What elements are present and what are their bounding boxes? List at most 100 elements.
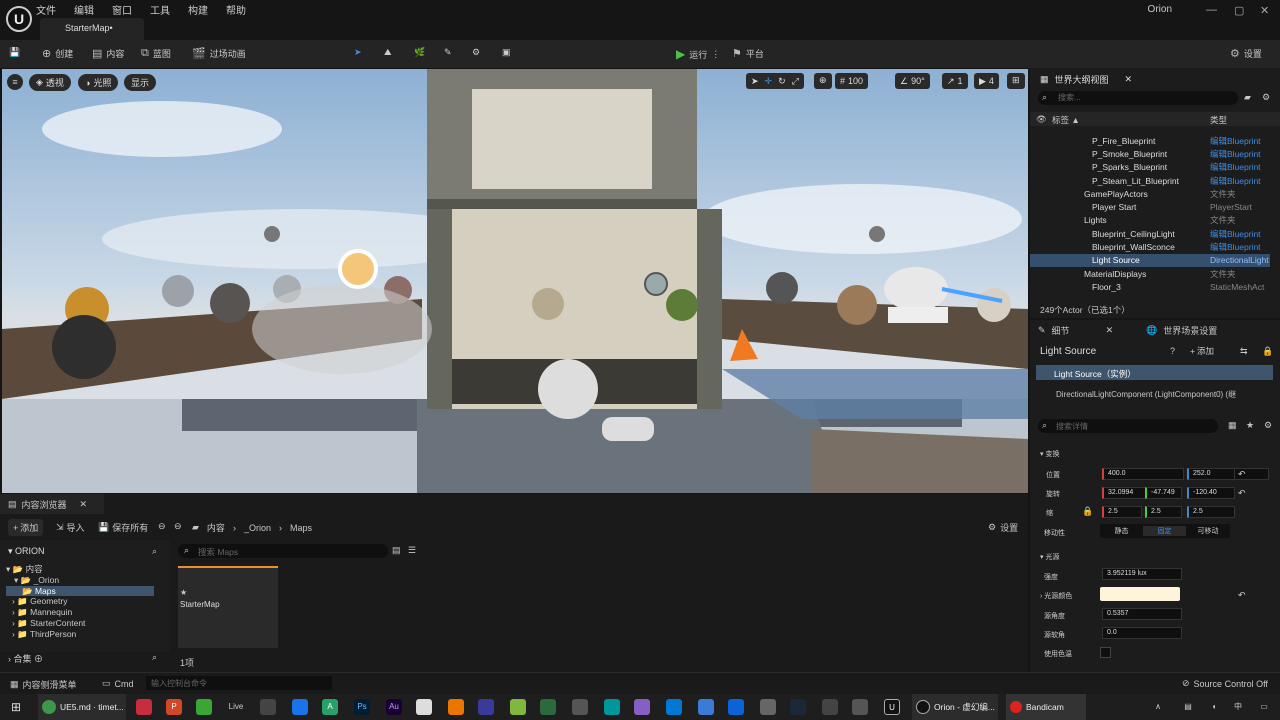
reset-icon[interactable]: ↶ (1238, 590, 1246, 601)
live-icon[interactable]: Live (228, 699, 244, 715)
fracture-mode-icon[interactable]: ▣ (502, 47, 511, 58)
help-icon[interactable]: ? (1170, 346, 1175, 356)
taskbar-orion[interactable]: Orion - 虚幻编... (912, 694, 998, 720)
star-icon[interactable]: ★ (1246, 420, 1254, 431)
blueprint-icon[interactable]: ⇆ (1240, 346, 1248, 357)
camera-speed-button[interactable]: ↗ 1 (942, 73, 968, 89)
app-icon[interactable] (822, 699, 838, 715)
tray-chevron-icon[interactable]: ∧ (1150, 699, 1166, 715)
outliner-folder-row[interactable]: GamePlayActors 文件夹 (1030, 187, 1270, 200)
menu-build[interactable]: 构建 (188, 2, 208, 17)
use-temperature-checkbox[interactable] (1100, 647, 1111, 658)
rotation-z[interactable]: -120.40 (1187, 487, 1235, 499)
modeling-mode-icon[interactable]: ⚙ (472, 47, 480, 58)
world-local-icon[interactable]: ⊕ (814, 73, 832, 89)
actor-name[interactable]: Light Source (1040, 346, 1096, 357)
camera-icon[interactable] (260, 699, 276, 715)
source-soft-angle-field[interactable]: 0.0 (1102, 627, 1182, 639)
filter-icon[interactable]: ☰ (408, 545, 416, 556)
settings-button[interactable]: ⚙ 设置 (1230, 47, 1262, 60)
blender-icon[interactable] (448, 699, 464, 715)
app-icon[interactable] (478, 699, 494, 715)
type-column-header[interactable]: 类型 (1210, 114, 1227, 126)
perspective-button[interactable]: ◈ 透视 (29, 74, 71, 91)
asset-tile-startermap[interactable]: ★ StarterMap (178, 566, 278, 648)
scale-z[interactable]: 2.5 (1187, 506, 1235, 518)
content-button[interactable]: ▤ 内容 (92, 47, 124, 60)
close-tab-icon[interactable]: ✕ (1106, 325, 1114, 336)
reset-icon[interactable]: ↶ (1238, 469, 1246, 480)
unreal-icon[interactable]: U (884, 699, 900, 715)
steam-icon[interactable] (790, 699, 806, 715)
folder-item[interactable]: ▾ 📂 _Orion (6, 575, 154, 586)
close-tab-icon[interactable]: ✕ (1125, 74, 1133, 85)
folder-item-selected[interactable]: 📂 Maps (6, 585, 154, 597)
history-forward-icon[interactable]: ⊖ (174, 521, 182, 532)
translate-icon[interactable]: ✛ (765, 76, 773, 87)
menu-window[interactable]: 窗口 (112, 2, 132, 17)
asset-search-input[interactable]: 搜索 Maps (178, 544, 388, 558)
photoshop-icon[interactable]: Ps (354, 699, 370, 715)
close-icon[interactable]: ✕ (1260, 4, 1269, 17)
outliner-row[interactable]: P_Sparks_Blueprint 编辑Blueprint (1030, 161, 1270, 174)
rotation-snap-button[interactable]: ∠ 90° (895, 73, 930, 89)
folder-item[interactable]: › 📁 StarterContent (6, 618, 154, 629)
import-button[interactable]: ⇲ 导入 (56, 521, 85, 534)
app-icon[interactable] (698, 699, 714, 715)
layout-icon[interactable]: ⊞ (1007, 73, 1025, 89)
content-drawer-button[interactable]: ▦ 内容侧滑菜单 (10, 678, 77, 691)
lock-icon[interactable]: 🔒 (1262, 346, 1273, 357)
folder-item[interactable]: › 📁 ThirdPerson (6, 629, 154, 640)
scale-x[interactable]: 2.5 (1102, 506, 1142, 518)
app-icon[interactable] (728, 699, 744, 715)
location-label[interactable]: 位置 (1046, 470, 1060, 480)
settings-button[interactable]: ⚙ 设置 (988, 521, 1018, 534)
rotate-icon[interactable]: ↻ (778, 76, 786, 87)
light-color-swatch[interactable] (1100, 587, 1180, 601)
world-settings-tab[interactable]: 🌐 世界场景设置 (1146, 324, 1217, 337)
menu-help[interactable]: 帮助 (226, 2, 246, 17)
table-view-icon[interactable]: ▦ (1228, 420, 1237, 431)
details-search-input[interactable]: 搜索详情 (1038, 419, 1218, 433)
content-browser-tab[interactable]: ▤ 内容浏览器 ✕ (0, 494, 104, 514)
wechat-icon[interactable] (196, 699, 212, 715)
outliner-row[interactable]: Blueprint_WallSconce 编辑Blueprint (1030, 240, 1270, 253)
netease-music-icon[interactable] (136, 699, 152, 715)
taskbar-bandicam[interactable]: Bandicam (1006, 694, 1086, 720)
app-icon[interactable] (292, 699, 308, 715)
search-icon[interactable]: ⌕ (152, 546, 157, 557)
gear-icon[interactable]: ⚙ (1262, 92, 1270, 103)
outliner-folder-row[interactable]: Lights 文件夹 (1030, 214, 1270, 227)
details-tab[interactable]: ✎ 细节 ✕ (1038, 324, 1113, 337)
blueprint-button[interactable]: ⧉ 蓝图 (141, 47, 171, 60)
maximize-icon[interactable]: ▢ (1234, 4, 1244, 17)
location-x[interactable]: 400.0 (1102, 468, 1184, 480)
outliner-row[interactable]: Floor_3 StaticMeshAct (1030, 280, 1270, 293)
level-viewport[interactable]: ≡ ◈ 透视 ◑ 光照 显示 ➤ ✛ ↻ ⤢ ⊕ #100 ∠ 90° ↗ 1 ▶ 4 ⊞ (2, 69, 1028, 493)
notification-icon[interactable]: ▭ (1256, 699, 1272, 715)
scale-icon[interactable]: ⤢ (792, 76, 799, 87)
intensity-field[interactable]: 3.952119 lux (1102, 568, 1182, 580)
vscode-icon[interactable] (666, 699, 682, 715)
select-mode-icon[interactable]: ➤ (354, 47, 362, 58)
outliner-folder-row[interactable]: MaterialDisplays 文件夹 (1030, 267, 1270, 280)
outliner-row[interactable]: Blueprint_CeilingLight 编辑Blueprint (1030, 227, 1270, 240)
create-button[interactable]: ⊕ 创建 (42, 47, 73, 60)
component-row[interactable]: DirectionalLightComponent (LightComponen… (1056, 389, 1236, 400)
play-button[interactable]: ▶ 运行 ⋮ (676, 47, 720, 61)
outliner-row-selected[interactable]: Light Source DirectionalLight (1030, 253, 1270, 267)
cinematics-button[interactable]: 🎬 过场动画 (192, 47, 246, 60)
folder-add-icon[interactable]: ▰ (1244, 92, 1251, 103)
show-button[interactable]: 显示 (124, 74, 157, 91)
source-angle-field[interactable]: 0.5357 (1102, 608, 1182, 620)
unreal-logo-icon[interactable]: U (6, 6, 32, 32)
outliner-row[interactable]: P_Steam_Lit_Blueprint 编辑Blueprint (1030, 174, 1270, 187)
add-button[interactable]: + 添加 (8, 519, 44, 536)
outliner-row[interactable]: P_Fire_Blueprint 编辑Blueprint (1030, 134, 1270, 147)
platform-button[interactable]: ⚑ 平台 (732, 47, 764, 60)
foliage-mode-icon[interactable]: 🌿 (414, 47, 425, 58)
paint-mode-icon[interactable]: ✎ (444, 47, 452, 58)
close-tab-icon[interactable]: ✕ (80, 499, 88, 510)
gear-icon[interactable]: ⚙ (1264, 420, 1272, 431)
rotation-y[interactable]: -47.749 (1145, 487, 1182, 499)
